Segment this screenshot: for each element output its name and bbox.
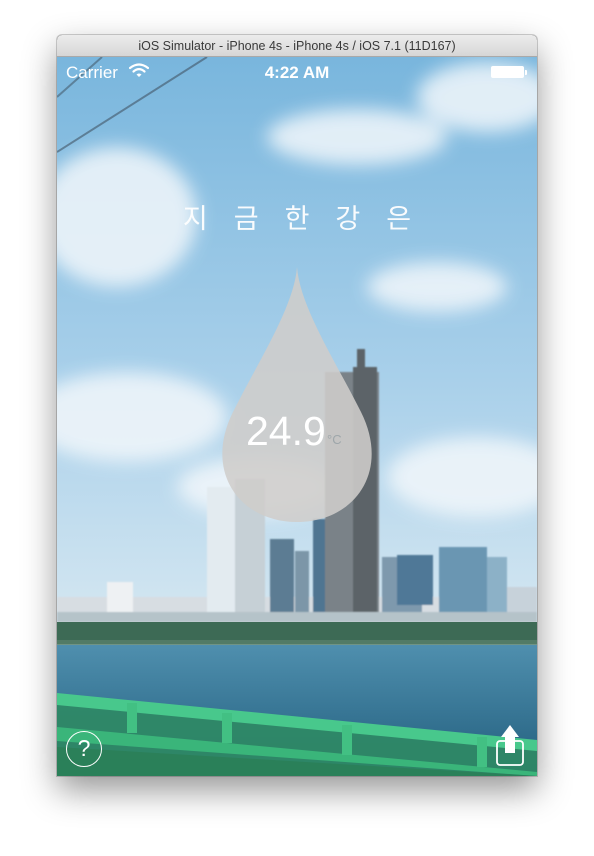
window-titlebar[interactable]: iOS Simulator - iPhone 4s - iPhone 4s / … bbox=[57, 35, 537, 57]
status-bar: Carrier 4:22 AM bbox=[57, 57, 537, 87]
water-drop-icon bbox=[222, 267, 372, 522]
help-button[interactable]: ? bbox=[66, 731, 102, 767]
window-title: iOS Simulator - iPhone 4s - iPhone 4s / … bbox=[138, 39, 456, 53]
status-time: 4:22 AM bbox=[264, 63, 330, 82]
help-icon: ? bbox=[77, 735, 91, 761]
share-button[interactable] bbox=[494, 725, 526, 772]
battery-tip bbox=[525, 70, 527, 75]
battery-icon bbox=[491, 66, 524, 78]
page-title: 지금한강은 bbox=[182, 204, 438, 235]
phone-screen: Carrier 4:22 AM 지금한강은 24.9 °C ? bbox=[57, 57, 537, 776]
temperature-unit: °C bbox=[327, 432, 342, 447]
simulator-window: iOS Simulator - iPhone 4s - iPhone 4s / … bbox=[57, 35, 537, 776]
share-icon bbox=[496, 725, 524, 766]
temperature-value: 24.9 bbox=[246, 408, 326, 454]
